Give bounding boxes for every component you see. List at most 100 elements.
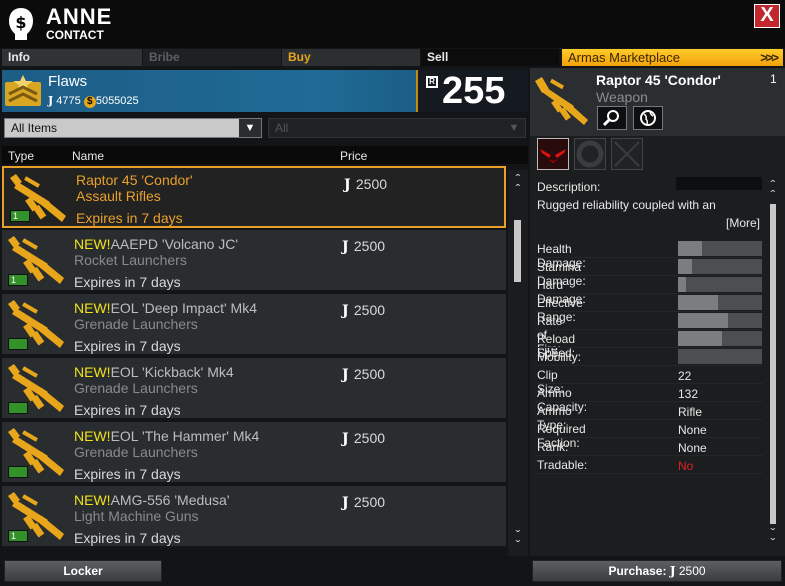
stat-bar (678, 241, 762, 256)
quantity-badge (8, 466, 28, 478)
category-dropdown[interactable]: All Items ▼ (4, 118, 262, 138)
purchase-label: Purchase: (608, 564, 667, 578)
item-price-value: 2500 (353, 430, 386, 446)
stat-label: Mobility: (537, 350, 582, 364)
marketplace-arrows-icon: >>> (760, 50, 779, 65)
stat-value: None (678, 423, 707, 437)
stat-bar-fill (678, 277, 687, 292)
description-divider (676, 177, 762, 190)
score-icon: R (426, 76, 438, 88)
more-link[interactable]: [More] (726, 216, 760, 230)
joker-ticket-icon: J (669, 564, 676, 578)
stat-bar (678, 259, 762, 274)
quantity-badge (8, 402, 28, 414)
player-score: 255 (442, 70, 506, 112)
scroll-up-icon[interactable]: ˆˆ (508, 172, 528, 196)
stat-bar (678, 349, 762, 364)
item-row[interactable]: 1 Raptor 45 'Condor' Assault Rifles Expires… (2, 166, 506, 228)
item-name: NEW!EOL 'Kickback' Mk4 (74, 364, 234, 380)
description-text: Rugged reliability coupled with an (537, 198, 716, 212)
column-type[interactable]: Type (8, 149, 34, 163)
money-value: 5055025 (95, 95, 139, 107)
new-tag: NEW! (74, 236, 111, 252)
item-price-value: 2500 (353, 494, 386, 510)
item-price: J 2500 (342, 494, 385, 511)
joker-ticket-icon: J (48, 94, 54, 107)
item-row[interactable]: 1 NEW!AMG-556 'Medusa' Light Machine Guns E… (2, 486, 506, 548)
chevron-down-icon[interactable]: ▼ (239, 119, 261, 137)
new-tag: NEW! (74, 300, 111, 316)
item-row[interactable]: NEW!EOL 'Deep Impact' Mk4 Grenade Launche… (2, 294, 506, 356)
stat-value: None (678, 441, 707, 455)
stat-label: Rank: (537, 440, 569, 454)
item-name: Raptor 45 'Condor' (76, 172, 193, 188)
money-icon: $ (83, 96, 96, 108)
joker-ticket-icon: J (342, 495, 349, 511)
quantity-badge: 1 (8, 530, 28, 542)
joker-ticket-icon: J (342, 303, 349, 319)
tab-bribe[interactable]: Bribe (143, 49, 281, 66)
item-expiry: Expires in 7 days (74, 466, 181, 482)
scroll-thumb[interactable] (514, 220, 521, 282)
rank-icon (5, 75, 41, 106)
purchase-button[interactable]: Purchase: J 2500 (532, 560, 782, 582)
item-list: 1 Raptor 45 'Condor' Assault Rifles Expires… (2, 166, 506, 556)
tab-armas-marketplace[interactable]: Armas Marketplace >>> (562, 49, 783, 66)
upgrade-slot-2[interactable] (574, 138, 606, 170)
scroll-down-icon[interactable]: ˇˇ (508, 528, 528, 552)
list-scrollbar[interactable]: ˆˆ ˇˇ (508, 170, 528, 556)
inspect-button[interactable] (597, 106, 627, 130)
player-currency: J 4775 $5055025 (48, 94, 139, 108)
item-row[interactable]: 1 NEW!AAEPD 'Volcano JC' Rocket Launchers E… (2, 230, 506, 292)
stat-bar-fill (678, 331, 722, 346)
stat-bar (678, 313, 762, 328)
upgrade-slot-3[interactable] (611, 138, 643, 170)
subcategory-dropdown-value: All (275, 121, 289, 135)
quantity-badge: 1 (8, 274, 28, 286)
item-expiry: Expires in 7 days (74, 402, 181, 418)
stat-bar (678, 295, 762, 310)
item-expiry: Expires in 7 days (74, 530, 181, 546)
empty-slot-icon (576, 140, 604, 168)
item-expiry: Expires in 7 days (76, 210, 183, 226)
chevron-down-icon[interactable]: ▼ (503, 119, 525, 137)
close-button[interactable]: X (754, 4, 780, 28)
tab-sell[interactable]: Sell (421, 49, 559, 66)
item-price: J 2500 (344, 176, 387, 193)
item-row[interactable]: NEW!EOL 'The Hammer' Mk4 Grenade Launcher… (2, 422, 506, 484)
scroll-up-icon[interactable]: ˆˆ (764, 178, 782, 202)
item-category: Assault Rifles (76, 188, 161, 204)
item-price-value: 2500 (355, 176, 388, 192)
item-name: NEW!EOL 'The Hammer' Mk4 (74, 428, 259, 444)
stat-bar (678, 331, 762, 346)
preview-world-button[interactable] (633, 106, 663, 130)
item-name: NEW!AMG-556 'Medusa' (74, 492, 230, 508)
tab-info[interactable]: Info (2, 49, 142, 66)
magnifier-icon (602, 110, 619, 127)
item-row[interactable]: NEW!EOL 'Kickback' Mk4 Grenade Launchers E… (2, 358, 506, 420)
item-name-text: AMG-556 'Medusa' (110, 492, 230, 508)
column-price[interactable]: Price (340, 149, 367, 163)
tab-buy[interactable]: Buy (282, 49, 420, 66)
locked-slot-icon (614, 141, 640, 167)
quantity-badge (8, 338, 28, 350)
detail-item-count: 1 (770, 72, 777, 86)
stat-bar-fill (678, 241, 702, 256)
joker-ticket-icon: J (342, 367, 349, 383)
joker-ticket-icon: J (342, 239, 349, 255)
subcategory-dropdown[interactable]: All ▼ (268, 118, 526, 138)
contact-header (0, 0, 785, 48)
column-name[interactable]: Name (72, 149, 104, 163)
item-price: J 2500 (342, 366, 385, 383)
upgrade-slot-1[interactable] (537, 138, 569, 170)
item-category: Rocket Launchers (74, 252, 187, 268)
stat-value: No (678, 459, 694, 473)
locker-button[interactable]: Locker (4, 560, 162, 582)
item-price-value: 2500 (353, 238, 386, 254)
detail-scrollbar[interactable]: ˆˆ ˇˇ (764, 178, 782, 550)
scroll-down-icon[interactable]: ˇˇ (764, 526, 782, 550)
demon-eyes-icon (540, 149, 566, 163)
scroll-thumb[interactable] (770, 204, 776, 524)
item-name-text: EOL 'The Hammer' Mk4 (110, 428, 260, 444)
stat-bar-fill (678, 259, 693, 274)
